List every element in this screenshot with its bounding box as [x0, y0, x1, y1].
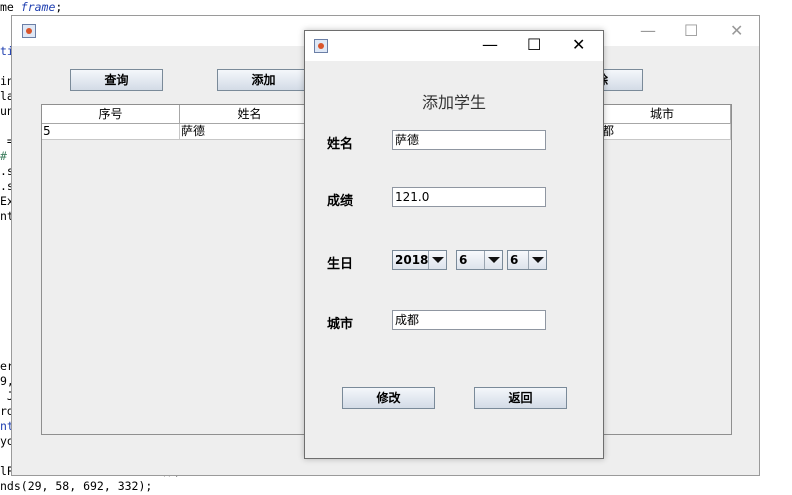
close-icon[interactable]: ✕ [730, 23, 743, 39]
code-line: nds(29, 58, 692, 332); [0, 479, 153, 493]
table-cell-name[interactable]: 萨德 [180, 124, 320, 140]
column-header-name[interactable]: 姓名 [180, 105, 320, 124]
year-select[interactable]: 2018 [392, 250, 447, 270]
back-button[interactable]: 返回 [474, 387, 567, 409]
close-icon[interactable]: ✕ [572, 37, 585, 53]
maximize-icon[interactable]: ☐ [684, 23, 698, 39]
code-line: me frame; [0, 0, 63, 14]
minimize-icon[interactable]: — [640, 23, 656, 39]
dropdown-arrow-icon[interactable] [428, 251, 446, 269]
modify-button[interactable]: 修改 [342, 387, 435, 409]
java-app-icon [22, 24, 36, 38]
add-button[interactable]: 添加 [217, 69, 310, 91]
column-header-id[interactable]: 序号 [42, 105, 180, 124]
column-header-city[interactable]: 城市 [594, 105, 731, 124]
month-value: 6 [459, 253, 468, 267]
query-button[interactable]: 查询 [70, 69, 163, 91]
dialog-title-bar: — ☐ ✕ [305, 31, 603, 61]
maximize-icon[interactable]: ☐ [527, 37, 541, 53]
name-label: 姓名 [327, 137, 354, 152]
name-input[interactable]: 萨德 [392, 130, 546, 150]
birthday-label: 生日 [327, 257, 354, 272]
day-select[interactable]: 6 [507, 250, 547, 270]
add-student-dialog: — ☐ ✕ 添加学生 姓名 萨德 成绩 121.0 生日 2018 6 6 城市… [304, 30, 604, 459]
table-cell-id[interactable]: 5 [42, 124, 180, 140]
score-label: 成绩 [327, 194, 354, 209]
dropdown-arrow-icon[interactable] [528, 251, 546, 269]
code-line: # [0, 149, 7, 163]
day-value: 6 [510, 253, 519, 267]
city-label: 城市 [327, 317, 354, 332]
table-cell-city[interactable]: 都 [594, 124, 731, 140]
dropdown-arrow-icon[interactable] [484, 251, 502, 269]
city-input[interactable]: 成都 [392, 310, 546, 330]
minimize-icon[interactable]: — [482, 37, 498, 53]
dialog-heading: 添加学生 [421, 93, 486, 112]
year-value: 2018 [395, 253, 429, 267]
java-app-icon [314, 39, 328, 53]
month-select[interactable]: 6 [456, 250, 503, 270]
score-input[interactable]: 121.0 [392, 187, 546, 207]
